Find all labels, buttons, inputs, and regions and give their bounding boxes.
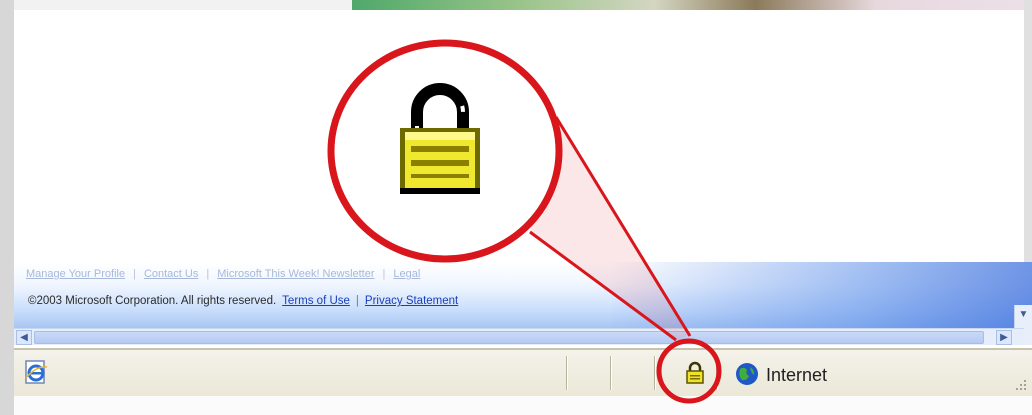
copyright-row: ©2003 Microsoft Corporation. All rights … bbox=[28, 293, 458, 309]
top-edge bbox=[14, 0, 352, 10]
horizontal-scrollbar[interactable]: ◀ ▶ bbox=[14, 328, 1024, 345]
footer-link-newsletter[interactable]: Microsoft This Week! Newsletter bbox=[217, 268, 374, 280]
copyright-text: ©2003 Microsoft Corporation. All rights … bbox=[28, 295, 277, 307]
resize-grip-icon[interactable] bbox=[1014, 378, 1028, 392]
status-divider bbox=[654, 356, 656, 390]
footer-separator: | bbox=[133, 268, 136, 280]
privacy-statement-link[interactable]: Privacy Statement bbox=[365, 295, 458, 307]
scroll-left-button[interactable]: ◀ bbox=[16, 330, 32, 345]
status-divider bbox=[566, 356, 568, 390]
right-window-edge bbox=[1024, 0, 1032, 305]
footer-link-manage-profile[interactable]: Manage Your Profile bbox=[26, 268, 125, 280]
lock-icon[interactable] bbox=[684, 361, 706, 385]
internet-zone-globe-icon bbox=[736, 363, 758, 385]
footer-link-contact-us[interactable]: Contact Us bbox=[144, 268, 198, 280]
bottom-edge bbox=[14, 396, 1032, 415]
terms-of-use-link[interactable]: Terms of Use bbox=[282, 295, 350, 307]
chevron-left-icon: ◀ bbox=[20, 332, 28, 343]
chevron-down-icon: ▼ bbox=[1018, 309, 1029, 320]
status-bar: Internet bbox=[14, 348, 1032, 396]
footer-separator: | bbox=[382, 268, 386, 280]
footer-separator: | bbox=[355, 295, 359, 307]
chevron-right-icon: ▶ bbox=[1000, 332, 1008, 343]
left-window-edge bbox=[0, 0, 14, 415]
ie-page-icon bbox=[25, 360, 48, 384]
status-divider bbox=[610, 356, 612, 390]
footer-separator: | bbox=[206, 268, 210, 280]
horizontal-scroll-thumb[interactable] bbox=[34, 331, 984, 344]
scroll-right-button[interactable]: ▶ bbox=[996, 330, 1012, 345]
internet-zone-label: Internet bbox=[766, 365, 828, 385]
status-divider bbox=[716, 356, 718, 390]
large-lock-icon bbox=[400, 83, 480, 194]
footer-link-legal[interactable]: Legal bbox=[393, 268, 420, 280]
footer-links: Manage Your Profile | Contact Us | Micro… bbox=[26, 266, 420, 282]
top-banner-image bbox=[352, 0, 1024, 10]
